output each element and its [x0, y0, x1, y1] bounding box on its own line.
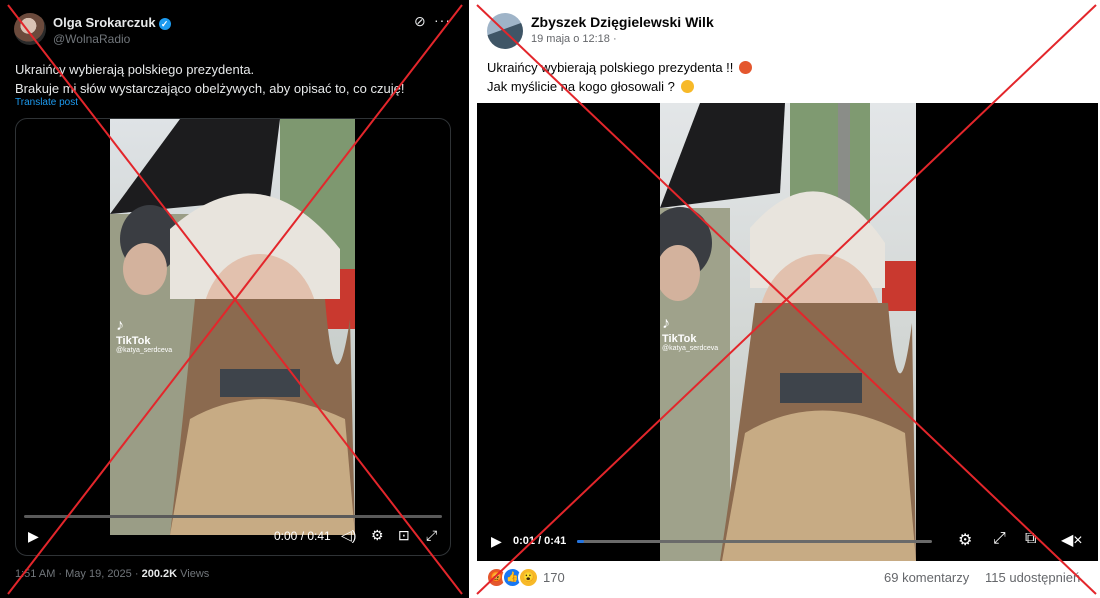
translate-post-link[interactable]: Translate post: [15, 97, 78, 108]
tiktok-label: TikTok: [662, 333, 697, 345]
x-timestamp[interactable]: 1:51 AM · May 19, 2025 ·: [15, 568, 142, 580]
picture-in-picture-icon[interactable]: ⊡: [398, 527, 410, 544]
x-views-count: 200.2K: [141, 568, 178, 580]
tiktok-watermark: ♪ TikTok @katya_serdceva: [662, 315, 718, 352]
tiktok-label: TikTok: [116, 335, 151, 347]
fb-video-progress-bar[interactable]: [577, 540, 932, 543]
x-post: Olga Srokarczuk ✓ @WolnaRadio ⊘ ··· Ukrai…: [0, 0, 469, 598]
verified-badge-icon: ✓: [158, 18, 171, 30]
fb-post-date: 19 maja o 12:18 ·: [531, 33, 617, 45]
fb-video-time: 0:01 / 0:41: [513, 535, 567, 547]
fb-post-text-line-1: Ukraińcy wybierają polskiego prezydenta …: [487, 60, 734, 75]
volume-icon[interactable]: ◁): [341, 527, 356, 544]
fullscreen-icon[interactable]: ⤢: [993, 530, 1006, 548]
fb-video-player[interactable]: ♪ TikTok @katya_serdceva ▶ 0:01 / 0:41 ⚙…: [477, 103, 1098, 561]
tiktok-handle: @katya_serdceva: [116, 347, 173, 354]
tiktok-handle: @katya_serdceva: [662, 345, 719, 352]
x-post-text-line: Brakuje mi słów wystarczająco obelżywych…: [15, 81, 405, 96]
play-icon[interactable]: ▶: [28, 528, 39, 545]
x-views-label: Views: [177, 568, 210, 580]
fb-post-text-line: Jak myślicie na kogo głosowali ?: [487, 77, 752, 96]
mute-icon[interactable]: ◀×: [1061, 530, 1083, 550]
fb-shares-count[interactable]: 115 udostępnień: [985, 570, 1080, 585]
angry-face-emoji-icon: [739, 61, 753, 74]
x-video-controls: ▶ 0:00 / 0:41 ◁) ⚙ ⊡ ⤢: [16, 515, 450, 555]
play-icon[interactable]: ▶: [491, 533, 502, 550]
x-handle[interactable]: @WolnaRadio: [53, 32, 130, 46]
fb-author-name[interactable]: Zbyszek Dzięgielewski Wilk: [531, 14, 714, 30]
grok-icon[interactable]: ⊘: [414, 13, 426, 30]
tiktok-logo-icon: ♪: [116, 317, 124, 334]
tiktok-watermark: ♪ TikTok @katya_serdceva: [116, 317, 172, 354]
tiktok-logo-icon: ♪: [662, 315, 670, 332]
x-author-name[interactable]: Olga Srokarczuk ✓: [53, 15, 171, 30]
facebook-post: Zbyszek Dzięgielewski Wilk 19 maja o 12:…: [474, 0, 1100, 598]
more-options-icon[interactable]: ···: [434, 12, 451, 28]
fb-post-footer: 😡 👍 😮 170 69 komentarzy 115 udostępnień: [474, 563, 1100, 593]
fullscreen-icon[interactable]: ⤢: [426, 527, 437, 544]
fb-comments-count[interactable]: 69 komentarzy: [884, 570, 969, 585]
fb-post-text: Ukraińcy wybierają polskiego prezydenta …: [487, 58, 753, 96]
x-avatar[interactable]: [14, 13, 46, 45]
x-video-time: 0:00 / 0:41: [274, 529, 331, 543]
fb-video-progress-fill: [577, 540, 585, 543]
settings-icon[interactable]: ⚙: [371, 527, 384, 544]
x-video-progress-bar[interactable]: [24, 515, 442, 518]
fb-post-text-line: Ukraińcy wybierają polskiego prezydenta …: [487, 58, 753, 77]
x-video-player[interactable]: ♪ TikTok @katya_serdceva ▶ 0:00 / 0:41 ◁…: [15, 118, 451, 556]
x-post-meta: 1:51 AM · May 19, 2025 · 200.2K Views: [15, 568, 209, 580]
fb-post-date-text[interactable]: 19 maja o 12:18 ·: [531, 33, 617, 45]
x-post-text-line: Ukraińcy wybierają polskiego prezydenta.: [15, 62, 255, 77]
fb-post-text-line-2: Jak myślicie na kogo głosowali ?: [487, 79, 675, 94]
settings-icon[interactable]: ⚙: [958, 530, 972, 550]
wow-reaction-icon[interactable]: 😮: [518, 567, 539, 588]
fb-reactions-count[interactable]: 170: [543, 570, 565, 585]
fb-avatar[interactable]: [487, 13, 523, 49]
x-post-text: Ukraińcy wybierają polskiego prezydenta.…: [15, 60, 455, 98]
picture-in-picture-icon[interactable]: ⧉: [1025, 530, 1036, 548]
x-author-name-text: Olga Srokarczuk: [53, 15, 156, 30]
sunglasses-face-emoji-icon: [680, 80, 694, 93]
